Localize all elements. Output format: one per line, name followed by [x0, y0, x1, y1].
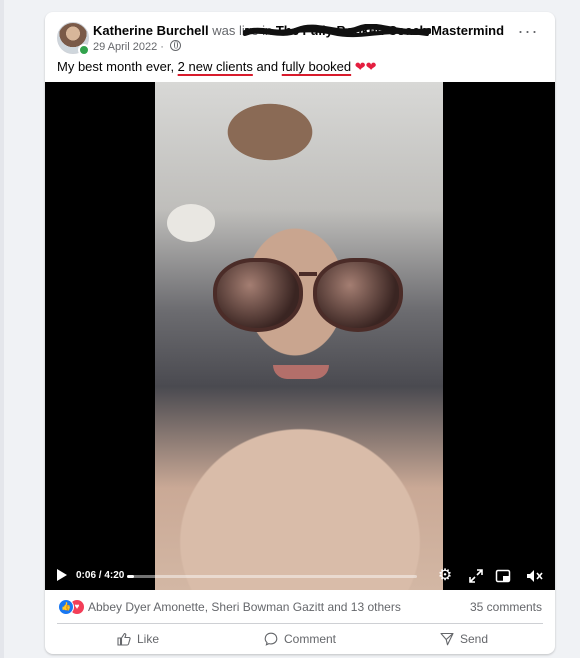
- post-card: Katherine Burchell was live in The Fully…: [45, 12, 555, 654]
- author-name[interactable]: Katherine Burchell: [93, 23, 209, 38]
- actions-divider: [57, 623, 543, 624]
- comment-button[interactable]: Comment: [264, 628, 336, 650]
- post-text-part2: and: [252, 59, 282, 74]
- send-label: Send: [460, 632, 489, 646]
- comment-bubble-icon: [264, 632, 278, 646]
- post-text-highlight-fully-booked: fully booked: [281, 59, 352, 74]
- car-window-sign: [167, 204, 215, 242]
- thumbs-up-icon: [117, 632, 131, 646]
- video-controls: 0:06 / 4:20 ⚙: [45, 564, 555, 590]
- comments-count[interactable]: 35 comments: [470, 600, 542, 614]
- like-button[interactable]: Like: [117, 628, 159, 650]
- left-lens: [213, 258, 303, 332]
- post-text-highlight-new-clients: 2 new clients: [177, 59, 253, 74]
- picture-in-picture-icon[interactable]: [495, 568, 511, 584]
- post-text: My best month ever, 2 new clients and fu…: [57, 59, 377, 75]
- redaction-scribble: [243, 24, 431, 38]
- video-progress-fill: [127, 575, 134, 578]
- reactors-summary[interactable]: Abbey Dyer Amonette, Sheri Bowman Gazitt…: [88, 600, 401, 614]
- video-player[interactable]: 0:06 / 4:20 ⚙: [45, 82, 555, 590]
- page-left-border: [0, 0, 4, 658]
- post-date[interactable]: 29 April 2022: [93, 41, 157, 53]
- post-meta: 29 April 2022 ·: [93, 40, 182, 53]
- more-options-button[interactable]: ···: [517, 22, 539, 44]
- post-text-part1: My best month ever,: [57, 59, 178, 74]
- meta-separator: ·: [160, 41, 164, 53]
- right-lens: [313, 258, 403, 332]
- send-button[interactable]: Send: [440, 628, 488, 650]
- heart-emojis: ❤❤: [351, 59, 377, 74]
- like-label: Like: [137, 632, 160, 646]
- like-reaction-icon[interactable]: 👍: [58, 599, 74, 615]
- globe-icon: [170, 40, 182, 51]
- comment-label: Comment: [284, 632, 337, 646]
- video-time: 0:06 / 4:20: [76, 570, 125, 581]
- video-progress-bar[interactable]: [127, 575, 417, 578]
- send-arrow-icon: [440, 632, 454, 646]
- mouth: [273, 365, 329, 379]
- mute-icon[interactable]: [526, 568, 544, 584]
- video-frame[interactable]: [155, 82, 443, 590]
- post-header: Katherine Burchell was live in The Fully…: [45, 12, 555, 62]
- settings-icon[interactable]: ⚙: [437, 568, 453, 584]
- glasses-bridge: [299, 272, 317, 276]
- expand-icon[interactable]: [468, 568, 484, 584]
- post-actions: Like Comment Send: [45, 628, 555, 652]
- online-status-dot: [78, 44, 90, 56]
- page-right-border: [570, 0, 580, 658]
- sunglasses: [213, 252, 403, 332]
- reactions-row: 👍 ♥ Abbey Dyer Amonette, Sheri Bowman Ga…: [45, 597, 555, 619]
- play-icon[interactable]: [57, 569, 67, 581]
